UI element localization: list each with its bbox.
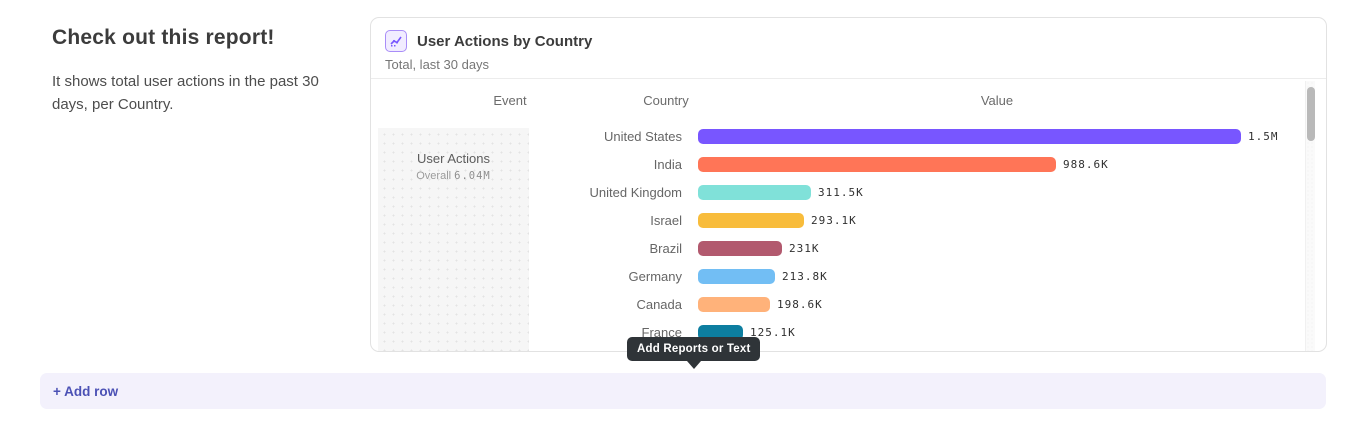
value-label: 213.8K [782, 270, 828, 283]
country-label: Brazil [371, 241, 682, 256]
column-header-country: Country [643, 93, 689, 108]
chart-row: United States 1.5M [371, 122, 1305, 150]
value-label: 1.5M [1248, 130, 1279, 143]
add-reports-tooltip: Add Reports or Text [627, 337, 760, 361]
tooltip-label: Add Reports or Text [637, 343, 750, 355]
country-label: United States [371, 129, 682, 144]
country-label: India [371, 157, 682, 172]
bar[interactable] [698, 129, 1241, 144]
column-headers: Event Country Value [371, 93, 1326, 109]
value-label: 293.1K [811, 214, 857, 227]
page-title: Check out this report! [52, 26, 352, 50]
add-row-button[interactable]: + Add row [40, 373, 1326, 409]
bar[interactable] [698, 241, 782, 256]
value-label: 198.6K [777, 298, 823, 311]
intro-block: Check out this report! It shows total us… [52, 26, 352, 116]
chart-row: Israel 293.1K [371, 206, 1305, 234]
value-label: 988.6K [1063, 158, 1109, 171]
country-label: Canada [371, 297, 682, 312]
chart-row: France125.1K [371, 318, 1305, 346]
chart-row: Canada 198.6K [371, 290, 1305, 318]
report-card-header: User Actions by Country Total, last 30 d… [371, 18, 1326, 79]
value-label: 231K [789, 242, 820, 255]
add-row-label: + Add row [53, 384, 118, 399]
bar[interactable] [698, 213, 804, 228]
bar[interactable] [698, 269, 775, 284]
chart-row: Brazil 231K [371, 234, 1305, 262]
scrollbar-thumb[interactable] [1307, 87, 1315, 141]
vertical-scrollbar[interactable] [1305, 81, 1315, 351]
page-description: It shows total user actions in the past … [52, 71, 352, 116]
report-subtitle: Total, last 30 days [385, 57, 1312, 72]
bar[interactable] [698, 297, 770, 312]
country-label: Germany [371, 269, 682, 284]
report-title: User Actions by Country [417, 33, 592, 50]
bar[interactable] [698, 185, 811, 200]
report-table: Event Country Value User Actions Overall… [371, 80, 1326, 351]
chart-row: Germany 213.8K [371, 262, 1305, 290]
value-label: 311.5K [818, 186, 864, 199]
chart-row: India 988.6K [371, 150, 1305, 178]
report-card[interactable]: User Actions by Country Total, last 30 d… [370, 17, 1327, 352]
tooltip-arrow-icon [687, 361, 701, 369]
line-chart-icon [385, 30, 407, 52]
column-header-event: Event [493, 93, 526, 108]
chart-row: United Kingdom 311.5K [371, 178, 1305, 206]
bar-chart: United States 1.5M India 988.6K United Kingd… [371, 122, 1305, 346]
column-header-value: Value [981, 93, 1013, 108]
country-label: United Kingdom [371, 185, 682, 200]
bar[interactable] [698, 157, 1056, 172]
country-label: Israel [371, 213, 682, 228]
